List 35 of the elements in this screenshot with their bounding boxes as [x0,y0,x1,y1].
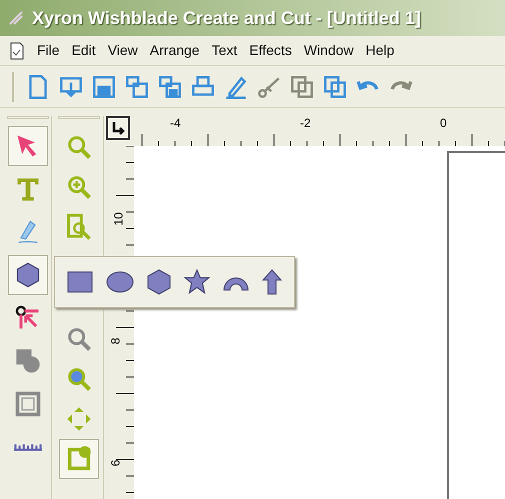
ruler-icon [14,443,42,451]
overlapping-shapes-icon [14,347,42,375]
ruler-label: -2 [300,115,311,132]
up-arrow-icon [262,269,282,295]
menu-item[interactable]: Edit [66,40,101,61]
page-magnifier-icon [64,213,92,241]
ruler-label: 0 [440,115,447,132]
copy-icon[interactable] [289,74,315,100]
ruler-label: 10 [110,212,127,226]
star-icon [184,269,210,295]
paste-icon[interactable] [322,74,348,100]
menu-item[interactable]: Effects [244,40,297,61]
ellipse-icon [106,271,134,293]
menu-item[interactable]: Arrange [144,40,205,61]
window-title: Xyron Wishblade Create and Cut - [Untitled 1] [32,6,421,30]
documents-icon[interactable] [124,74,150,100]
ruler-corner-button[interactable] [106,116,130,140]
rectangle-icon [67,271,93,293]
save-icon[interactable] [91,74,117,100]
tool-button[interactable] [8,255,48,295]
menu-item[interactable]: Help [360,40,400,61]
frame-icon [14,390,42,418]
menu-item[interactable]: Text [206,40,242,61]
four-arrows-icon [64,405,92,433]
app-icon [8,10,24,26]
corner-arrow-icon [111,121,125,135]
menu-item[interactable]: File [32,40,65,61]
menu-item[interactable]: View [102,40,143,61]
ruler-label: 8 [107,338,124,344]
ruler-label: 6 [107,460,124,466]
ruler-label: -4 [170,115,181,132]
documents-save-icon[interactable] [157,74,183,100]
document-icon [8,42,26,60]
hexagon-icon [147,269,171,295]
menu-item[interactable]: Window [298,40,359,61]
